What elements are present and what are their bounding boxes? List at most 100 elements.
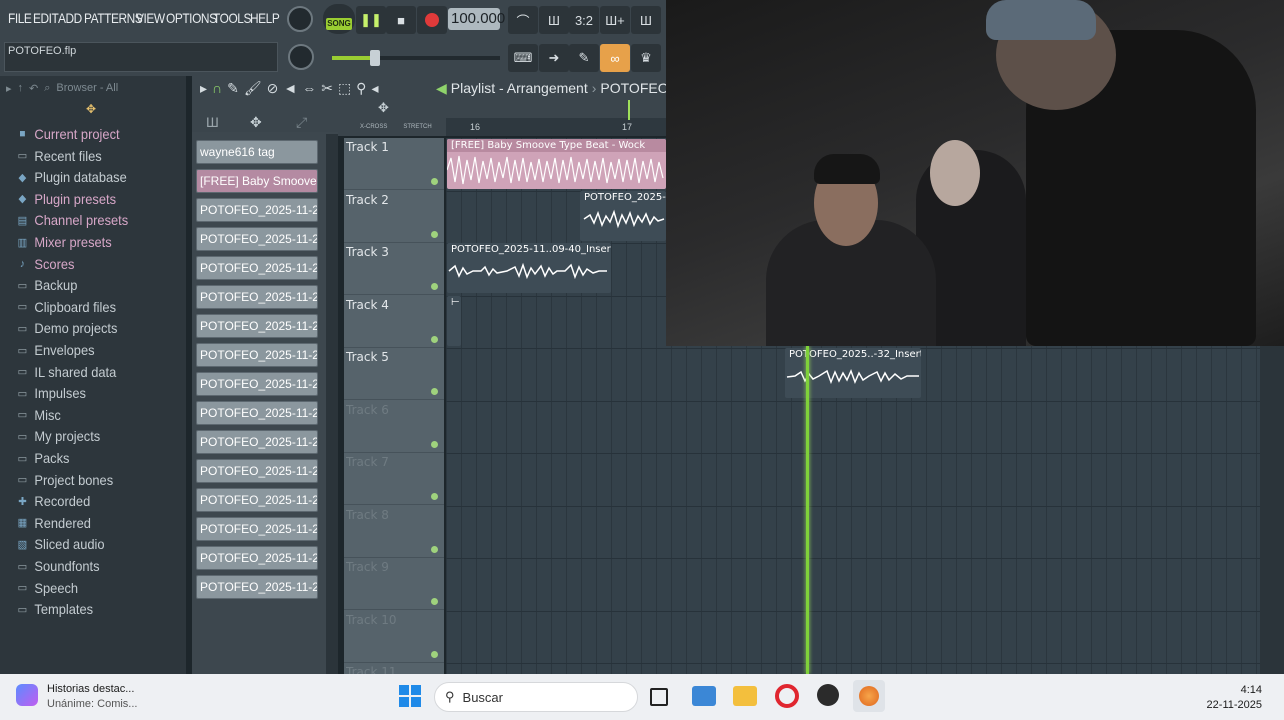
browser-back-icon[interactable]: ↶	[29, 82, 38, 95]
browser-menu-arrow-icon[interactable]: ▸	[6, 82, 12, 95]
browser-item[interactable]: ▭ Packs	[16, 448, 70, 468]
browser-item[interactable]: ▭ Soundfonts	[16, 556, 100, 576]
taskbar-search[interactable]: ⚲ Buscar	[434, 682, 638, 712]
playlist-scrollbar[interactable]	[1260, 346, 1284, 674]
playlist-options-arrow-icon[interactable]: ▸	[200, 80, 207, 97]
channel-button[interactable]: POTOFEO_2025-11-22 03..	[196, 314, 318, 338]
timeline-ruler[interactable]: 16 17	[446, 118, 666, 136]
link-icon[interactable]: ∞	[600, 44, 630, 72]
step-edit-icon[interactable]: Ш+	[600, 6, 630, 34]
track-header[interactable]: Track 5	[344, 348, 444, 400]
slip-tool-icon[interactable]: ⇔	[302, 80, 316, 97]
channel-button[interactable]: POTOFEO_2025-11-22 03..	[196, 227, 318, 251]
track-enable-icon[interactable]	[431, 230, 438, 238]
opera-icon[interactable]	[775, 684, 799, 708]
obs-icon[interactable]	[817, 684, 839, 706]
task-view-icon[interactable]	[650, 688, 668, 706]
menu-view[interactable]: VIEW	[136, 10, 165, 26]
track-enable-icon[interactable]	[431, 545, 438, 553]
browser-item[interactable]: ▭ Project bones	[16, 470, 114, 490]
browser-snap-icon[interactable]: ✥	[86, 102, 96, 116]
song-position-marker[interactable]	[628, 100, 630, 120]
slice-tool-icon[interactable]: ✂	[321, 80, 333, 97]
playlist-speaker-icon[interactable]: ◀	[436, 80, 447, 97]
menu-options[interactable]: OPTIONS	[166, 10, 217, 26]
stop-button[interactable]: ■	[386, 6, 416, 34]
crossfade-toggle[interactable]: X-CROSS	[360, 124, 387, 130]
channel-paint-icon[interactable]: ⤢	[296, 114, 307, 131]
track-enable-icon[interactable]	[431, 283, 438, 290]
channel-button[interactable]: POTOFEO_2025-11-22 03..	[196, 256, 318, 280]
menu-help[interactable]: HELP	[250, 10, 280, 26]
browser-item[interactable]: ▭ IL shared data	[16, 362, 117, 382]
arrow-right-icon[interactable]: ➜	[539, 44, 569, 72]
delete-tool-icon[interactable]: ⊘	[267, 80, 279, 97]
browser-item[interactable]: ▭ Envelopes	[16, 340, 95, 360]
channel-button[interactable]: [FREE] Baby Smoove..	[196, 169, 318, 193]
master-volume-knob[interactable]	[287, 6, 313, 32]
track-header[interactable]: Track 1	[344, 138, 444, 190]
fl-logo-icon[interactable]: ♛	[631, 44, 661, 72]
stretch-toggle[interactable]: STRETCH	[403, 124, 431, 130]
browser-item[interactable]: ▭ My projects	[16, 426, 101, 446]
zoom-tool-icon[interactable]: ⚲	[356, 80, 366, 97]
channel-button[interactable]: POTOFEO_2025-11-22 04..	[196, 430, 318, 454]
clock[interactable]: 4:14 22-11-2025	[1207, 683, 1262, 713]
browser-item[interactable]: ▦ Rendered	[16, 513, 91, 533]
menu-add[interactable]: ADD	[58, 10, 82, 26]
audio-clip[interactable]: [FREE] Baby Smoove Type Beat - Wock	[447, 139, 666, 189]
channel-button[interactable]: POTOFEO_2025-11-22 04..	[196, 488, 318, 512]
fl-studio-taskbar-icon[interactable]	[853, 680, 885, 712]
channel-button[interactable]: POTOFEO_2025-11-22 04..	[196, 459, 318, 483]
record-button[interactable]	[417, 6, 447, 34]
browser-item[interactable]: ▭ Templates	[16, 599, 93, 619]
menu-file[interactable]: FILE	[8, 10, 32, 26]
browser-item[interactable]: ▭ Impulses	[16, 383, 86, 403]
menu-tools[interactable]: TOOLS	[213, 10, 251, 26]
pause-button[interactable]: ❚❚	[356, 6, 386, 34]
browser-item[interactable]: ◆ Plugin presets	[16, 189, 116, 209]
paint-tool-icon[interactable]: 🖌	[244, 80, 262, 97]
track-header[interactable]: Track 10	[344, 611, 444, 663]
browser-item[interactable]: ■ Current project	[16, 124, 119, 144]
channel-button[interactable]: POTOFEO_2025-11-22 03..	[196, 401, 318, 425]
piano-roll-icon[interactable]: Ш	[206, 114, 219, 130]
file-explorer-icon[interactable]	[733, 686, 757, 706]
audio-clip[interactable]: ⊢	[447, 296, 461, 346]
start-icon[interactable]	[399, 685, 421, 707]
brush-icon[interactable]: ✎	[569, 44, 599, 72]
browser-item[interactable]: ✚ Recorded	[16, 491, 90, 511]
select-tool-icon[interactable]: ⬚	[338, 80, 351, 97]
track-header[interactable]: Track 2	[344, 191, 444, 243]
channel-button[interactable]: wayne616 tag	[196, 140, 318, 164]
channel-button[interactable]: POTOFEO_2025-11-22 03..	[196, 285, 318, 309]
channel-button[interactable]: POTOFEO_2025-11-22 04..	[196, 575, 318, 599]
browser-item[interactable]: ♪ Scores	[16, 254, 75, 274]
audio-clip[interactable]: POTOFEO_2025-11..09-40_Insert 2	[447, 243, 611, 293]
photos-app-icon[interactable]	[692, 686, 716, 706]
browser-item[interactable]: ▥ Mixer presets	[16, 232, 112, 252]
tempo-display[interactable]: 100.000	[448, 8, 505, 30]
menu-edit[interactable]: EDIT	[33, 10, 59, 26]
track-enable-icon[interactable]	[431, 440, 438, 448]
browser-item[interactable]: ▧ Sliced audio	[16, 534, 105, 554]
loop-record-icon[interactable]: Ш	[631, 6, 661, 34]
track-header[interactable]: Track 3	[344, 243, 444, 295]
countdown-icon[interactable]: 3:2	[569, 6, 599, 34]
song-mode-toggle[interactable]: SONG	[323, 4, 355, 34]
channel-scrollbar[interactable]	[326, 134, 338, 674]
master-pitch-slider[interactable]	[332, 50, 500, 66]
track-enable-icon[interactable]	[431, 335, 438, 343]
browser-item[interactable]: ▤ Channel presets	[16, 210, 129, 230]
browser-search-icon[interactable]: ⌕	[44, 82, 50, 95]
browser-item[interactable]: ▭ Speech	[16, 578, 78, 598]
audio-clip[interactable]: POTOFEO_2025-	[580, 191, 666, 241]
menu-patterns[interactable]: PATTERNS	[84, 10, 143, 26]
news-widget-icon[interactable]	[16, 684, 38, 706]
playback-tool-icon[interactable]: ◂	[371, 80, 378, 97]
track-header[interactable]: Track 8	[344, 506, 444, 558]
channel-button[interactable]: POTOFEO_2025-11-22 03..	[196, 198, 318, 222]
track-header[interactable]: Track 6	[344, 401, 444, 453]
draw-tool-icon[interactable]: ✎	[227, 80, 239, 97]
metronome-icon[interactable]: ⌒	[508, 6, 538, 34]
